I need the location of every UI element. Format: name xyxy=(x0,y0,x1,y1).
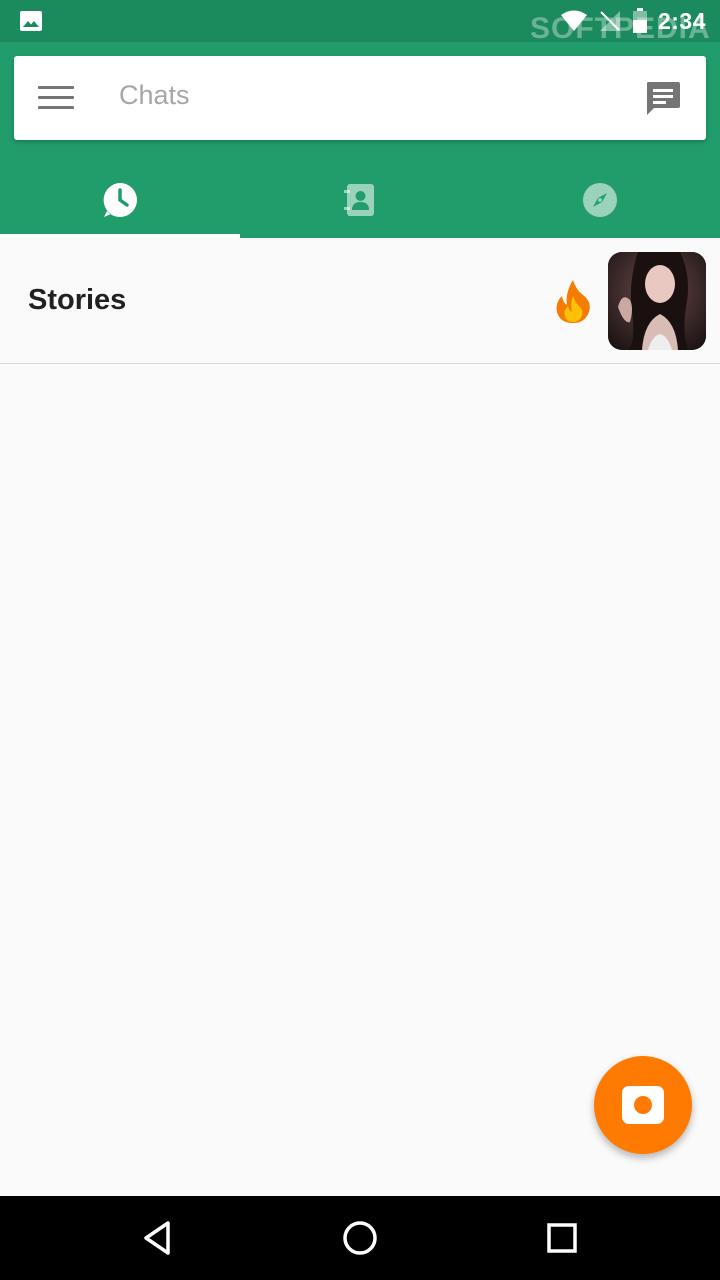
clock-icon xyxy=(103,183,137,217)
stories-row[interactable]: Stories xyxy=(0,238,720,364)
tab-recent[interactable] xyxy=(0,162,240,238)
fire-icon xyxy=(556,280,590,323)
camera-icon xyxy=(622,1086,664,1124)
app-bar: Chats xyxy=(0,42,720,238)
compass-icon xyxy=(583,183,617,217)
gallery-icon xyxy=(20,11,42,31)
tab-discover[interactable] xyxy=(480,162,720,238)
status-time: 2:34 xyxy=(657,7,706,34)
home-icon[interactable] xyxy=(340,1218,380,1258)
wifi-icon xyxy=(560,10,587,31)
contacts-icon xyxy=(344,184,374,216)
search-bar[interactable]: Chats xyxy=(14,56,706,140)
story-thumbnail[interactable] xyxy=(608,252,706,350)
tab-bar xyxy=(0,162,720,238)
back-icon[interactable] xyxy=(138,1218,178,1258)
battery-icon xyxy=(632,8,647,33)
camera-fab-button[interactable] xyxy=(594,1056,692,1154)
search-placeholder[interactable]: Chats xyxy=(119,80,190,111)
message-icon[interactable] xyxy=(644,80,682,118)
system-nav-bar xyxy=(0,1196,720,1280)
recents-icon[interactable] xyxy=(542,1218,582,1258)
menu-icon[interactable] xyxy=(38,86,74,110)
signal-icon xyxy=(599,11,620,31)
status-bar: SOFTPEDIA 2:34 xyxy=(0,0,720,45)
stories-title: Stories xyxy=(28,284,127,316)
tab-contacts[interactable] xyxy=(240,162,480,238)
